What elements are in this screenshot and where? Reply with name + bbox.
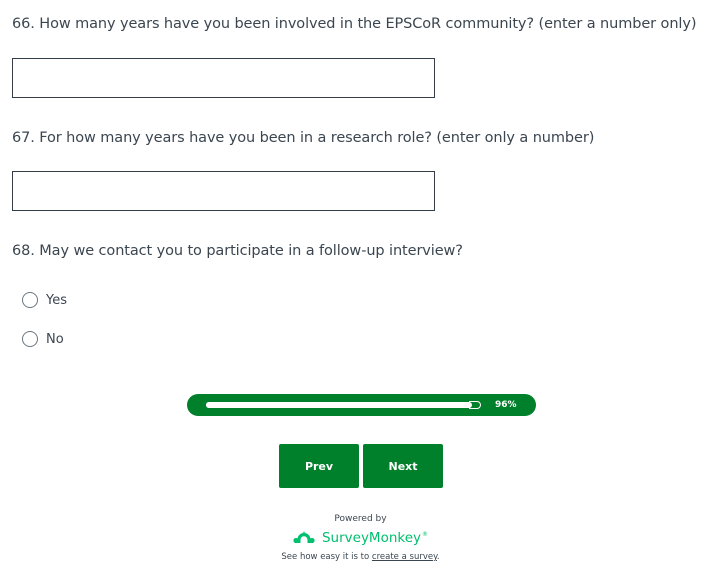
tagline-prefix: See how easy it is to [281,552,372,562]
progress-track [206,402,472,408]
footer-tagline: See how easy it is to create a survey. [0,552,721,562]
progress-percent-label: 96% [495,400,517,410]
progress-bar: 96% [187,394,536,416]
radio-label-no[interactable]: No [46,332,64,347]
radio-option-yes[interactable]: Yes [22,291,67,309]
prev-button[interactable]: Prev [279,444,359,488]
radio-label-yes[interactable]: Yes [46,293,67,308]
next-button[interactable]: Next [363,444,443,488]
surveymonkey-logo-icon [293,531,315,544]
brand-trademark: ® [422,531,429,538]
question-67-input[interactable] [12,171,435,211]
surveymonkey-brand-name: SurveyMonkey [321,530,422,546]
radio-unchecked-icon[interactable] [22,331,38,347]
radio-option-no[interactable]: No [22,330,64,348]
create-survey-link[interactable]: create a survey [372,552,437,562]
question-68-label: 68. May we contact you to participate in… [12,243,463,259]
question-66-label: 66. How many years have you been involve… [12,16,697,32]
surveymonkey-brand-link[interactable]: SurveyMonkey ® [0,529,721,547]
progress-end-cap [469,401,481,409]
question-66-input[interactable] [12,58,435,98]
powered-by-text: Powered by [334,514,387,524]
radio-unchecked-icon[interactable] [22,292,38,308]
tagline-suffix: . [436,552,440,562]
question-67-label: 67. For how many years have you been in … [12,130,595,146]
progress-fill [206,402,462,408]
